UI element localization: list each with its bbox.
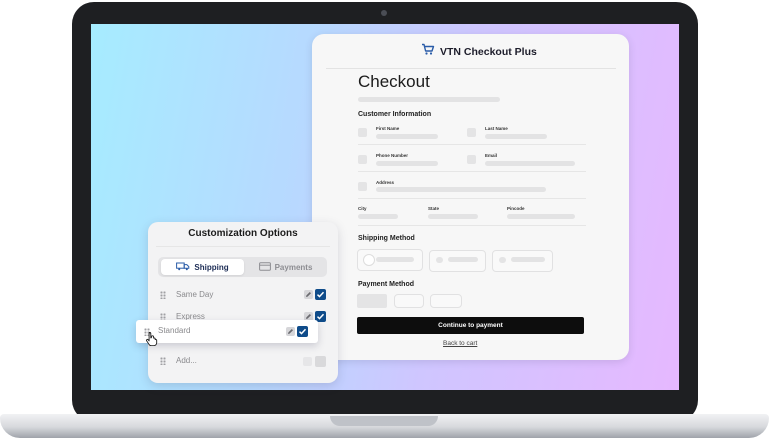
email-input[interactable] — [485, 161, 575, 166]
checkbox-icon[interactable] — [315, 289, 326, 300]
row-divider — [358, 225, 586, 226]
shipping-radio[interactable] — [363, 254, 375, 266]
email-icon — [467, 155, 476, 164]
panel-title: Customization Options — [188, 228, 298, 239]
panel-divider — [156, 246, 330, 247]
pencil-icon[interactable] — [304, 290, 313, 299]
customer-section-title: Customer Information — [358, 111, 432, 118]
email-label: Email — [485, 153, 498, 158]
shipping-radio[interactable] — [499, 257, 506, 263]
shipping-radio[interactable] — [436, 257, 443, 263]
cart-icon — [421, 43, 435, 61]
phone-icon — [358, 155, 367, 164]
address-icon — [358, 182, 367, 191]
pencil-icon[interactable] — [303, 357, 312, 366]
first-name-icon — [358, 128, 367, 137]
shipping-option-text — [376, 257, 414, 262]
truck-icon — [176, 258, 190, 276]
payment-option-1[interactable] — [357, 294, 387, 308]
add-item-label[interactable]: Add... — [176, 356, 197, 365]
last-name-label: Last Name — [485, 126, 508, 131]
shipping-section-title: Shipping Method — [358, 235, 415, 242]
first-name-input[interactable] — [376, 134, 438, 139]
tab-payments-label: Payments — [274, 262, 313, 272]
last-name-icon — [467, 128, 476, 137]
drag-handle-icon[interactable] — [160, 291, 166, 299]
tab-shipping[interactable]: Shipping — [161, 259, 244, 275]
brand-name: VTN Checkout Plus — [440, 46, 537, 58]
phone-input[interactable] — [376, 161, 438, 166]
checkbox-icon[interactable] — [297, 326, 308, 337]
drag-handle-icon[interactable] — [160, 357, 166, 365]
tab-shipping-label: Shipping — [194, 262, 229, 272]
pincode-label: Pincode — [507, 206, 525, 211]
pencil-icon[interactable] — [286, 327, 295, 336]
tab-payments[interactable]: Payments — [246, 259, 325, 275]
back-to-cart-link[interactable]: Back to cart — [443, 340, 477, 347]
header-divider — [326, 68, 616, 69]
payment-option-2[interactable] — [394, 294, 424, 308]
shipping-option-text — [511, 257, 545, 262]
card-icon — [258, 258, 271, 276]
row-divider — [358, 144, 586, 145]
shipping-item-label: Same Day — [176, 290, 214, 299]
camera — [381, 10, 387, 16]
payment-section-title: Payment Method — [358, 281, 415, 288]
brand: VTN Checkout Plus — [421, 42, 537, 62]
row-divider — [358, 198, 586, 199]
city-input[interactable] — [358, 214, 398, 219]
pincode-input[interactable] — [507, 214, 575, 219]
page-title: Checkout — [358, 72, 430, 91]
last-name-input[interactable] — [485, 134, 547, 139]
checkbox-icon[interactable] — [315, 356, 326, 367]
state-input[interactable] — [428, 214, 478, 219]
row-divider — [358, 171, 586, 172]
first-name-label: First Name — [376, 126, 400, 131]
laptop-notch — [330, 416, 438, 426]
cursor-hand-icon — [145, 331, 159, 351]
continue-to-payment-button[interactable]: Continue to payment — [357, 317, 584, 334]
payment-option-3[interactable] — [430, 294, 462, 308]
phone-label: Phone Number — [376, 153, 409, 158]
address-input[interactable] — [376, 187, 546, 192]
state-label: State — [428, 206, 440, 211]
city-label: City — [358, 206, 367, 211]
address-label: Address — [376, 180, 395, 185]
shipping-option-text — [448, 257, 478, 262]
shipping-item-label: Standard — [158, 326, 191, 335]
subtitle-placeholder — [358, 97, 500, 102]
